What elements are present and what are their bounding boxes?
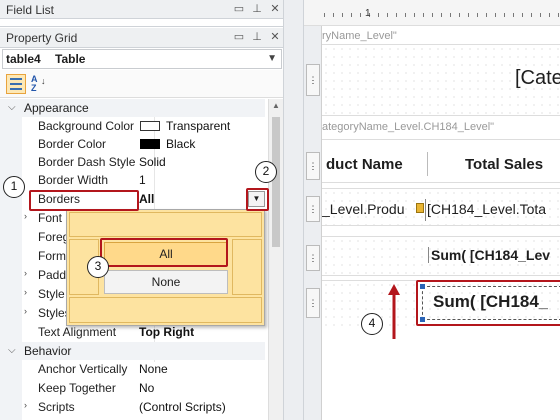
- color-swatch: [140, 121, 160, 131]
- field-list-body: [0, 19, 283, 27]
- prop-border-width[interactable]: Border Width 1: [22, 171, 267, 189]
- expand-icon[interactable]: ›: [24, 268, 27, 278]
- property-scrollbar[interactable]: ▲: [268, 99, 283, 420]
- horizontal-ruler: 1: [304, 0, 560, 26]
- arrow-icon: [388, 284, 400, 339]
- prop-anchor-vertically[interactable]: Anchor Vertically None: [22, 360, 267, 378]
- sales-field-cell[interactable]: [CH184_Level.Tota: [427, 201, 546, 217]
- category-name-cell[interactable]: [Cate: [515, 67, 560, 90]
- object-selector[interactable]: table4 Table ▼: [2, 49, 282, 69]
- band-marker[interactable]: ⋮: [306, 245, 320, 271]
- prop-background-color[interactable]: Background Color Transparent: [22, 117, 267, 135]
- callout-3: 3: [87, 256, 109, 278]
- expand-icon[interactable]: ›: [24, 211, 27, 221]
- total-sales-header[interactable]: Total Sales: [465, 156, 543, 173]
- highlight-all-option: [100, 238, 228, 267]
- property-grid-header: Property Grid ▭ ⊥ ✕: [0, 28, 283, 48]
- ruler-tick-label: 1: [365, 8, 371, 19]
- highlight-borders-row: [29, 190, 139, 211]
- float-icon[interactable]: ▭: [232, 2, 246, 16]
- smart-tag-icon[interactable]: [416, 203, 424, 213]
- band-label-1: ryName_Level": [322, 30, 397, 42]
- callout-2: 2: [255, 161, 277, 183]
- category-appearance[interactable]: ⌵ Appearance: [0, 99, 265, 117]
- collapse-icon[interactable]: ⌵: [8, 102, 16, 113]
- object-name: table4: [6, 52, 41, 66]
- table-detail-row[interactable]: _Level.Produ [CH184_Level.Tota: [322, 188, 560, 226]
- border-top-segment[interactable]: [69, 212, 262, 237]
- color-swatch: [140, 139, 160, 149]
- product-field-cell[interactable]: _Level.Produ: [322, 201, 405, 217]
- band-marker[interactable]: ⋮: [306, 152, 320, 180]
- border-right-segment[interactable]: [232, 239, 262, 295]
- border-bottom-segment[interactable]: [69, 297, 262, 323]
- field-list-title: Field List: [6, 3, 55, 17]
- chevron-down-icon[interactable]: ▼: [267, 53, 277, 64]
- down-arrow-icon: ↓: [41, 76, 46, 86]
- prop-border-color[interactable]: Border Color Black: [22, 135, 267, 153]
- product-name-header[interactable]: duct Name: [326, 156, 403, 173]
- band-label-2: ategoryName_Level.CH184_Level": [322, 121, 495, 133]
- field-list-header: Field List ▭ ⊥ ✕: [0, 0, 283, 19]
- sort-az-icon[interactable]: A Z ↓: [31, 75, 49, 95]
- object-type: Table: [55, 52, 86, 66]
- group-sum-cell[interactable]: Sum( [CH184_Lev: [428, 247, 550, 263]
- close-icon[interactable]: ✕: [268, 2, 282, 16]
- collapse-icon[interactable]: ⌵: [8, 345, 16, 356]
- group-header-band[interactable]: [Cate: [322, 44, 560, 116]
- prop-border-dash-style[interactable]: Border Dash Style Solid: [22, 153, 267, 171]
- prop-keep-together[interactable]: Keep Together No: [22, 379, 267, 397]
- property-toolbar: A Z ↓: [0, 70, 283, 98]
- callout-1: 1: [3, 176, 25, 198]
- band-marker[interactable]: ⋮: [306, 196, 320, 222]
- prop-scripts[interactable]: › Scripts (Control Scripts): [22, 398, 267, 416]
- scroll-up-icon[interactable]: ▲: [272, 101, 280, 110]
- none-option[interactable]: None: [104, 270, 228, 294]
- close-icon[interactable]: ✕: [268, 30, 282, 44]
- band-marker[interactable]: ⋮: [306, 288, 320, 318]
- expand-icon[interactable]: ›: [24, 306, 27, 316]
- panel-splitter[interactable]: [283, 0, 304, 420]
- pin-icon[interactable]: ⊥: [250, 2, 264, 16]
- scroll-thumb[interactable]: [272, 117, 280, 247]
- highlight-footer-cell: [416, 280, 560, 326]
- table-header-row[interactable]: duct Name Total Sales: [322, 139, 560, 183]
- callout-4: 4: [361, 313, 383, 335]
- highlight-dropdown-button: [246, 188, 269, 211]
- group-footer-band[interactable]: Sum( [CH184_Lev: [322, 236, 560, 276]
- band-marker[interactable]: ⋮: [306, 64, 320, 96]
- categorized-icon[interactable]: [6, 74, 26, 94]
- expand-icon[interactable]: ›: [24, 287, 27, 297]
- float-icon[interactable]: ▭: [232, 30, 246, 44]
- expand-icon[interactable]: ›: [24, 400, 27, 410]
- pin-icon[interactable]: ⊥: [250, 30, 264, 44]
- category-behavior[interactable]: ⌵ Behavior: [0, 342, 265, 360]
- property-grid-title: Property Grid: [6, 31, 78, 45]
